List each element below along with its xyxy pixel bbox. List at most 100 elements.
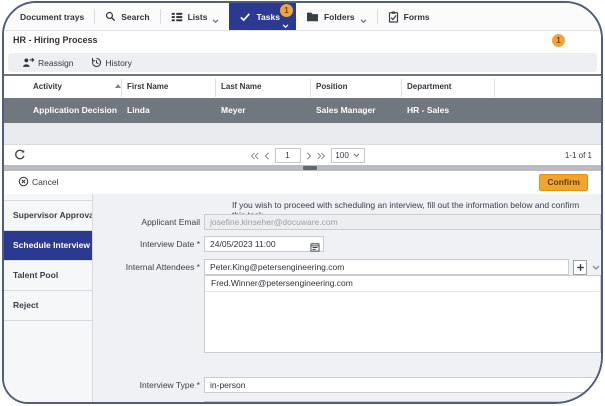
history-button[interactable]: History — [91, 57, 131, 68]
task-decision-bar: Cancel Confirm — [4, 171, 601, 194]
column-header-last-name[interactable]: Last Name — [221, 76, 261, 98]
pagination-bar: 1 100 1-1 of 1 — [4, 144, 601, 166]
nav-search[interactable]: Search — [95, 3, 159, 30]
cell-position: Sales Manager — [316, 98, 376, 123]
nav-tasks-label: Tasks — [256, 12, 279, 22]
nav-lists-label: Lists — [188, 12, 208, 22]
confirm-button[interactable]: Confirm — [539, 174, 588, 191]
nav-forms-label: Forms — [404, 12, 430, 22]
interview-date-label: Interview Date * — [93, 239, 200, 249]
applicant-email-field — [204, 214, 601, 230]
column-divider — [401, 79, 402, 97]
task-actions-bar: Reassign History — [8, 53, 597, 72]
current-page-input[interactable]: 1 — [274, 148, 300, 163]
interview-type-label: Interview Type * — [93, 380, 200, 390]
attendee-select-button[interactable] — [589, 260, 603, 275]
column-divider — [310, 79, 311, 97]
schedule-interview-form: If you wish to proceed with scheduling a… — [93, 194, 601, 402]
last-page-button[interactable] — [316, 152, 325, 160]
splitter-grip — [303, 166, 317, 170]
chevron-down-icon — [592, 265, 600, 271]
cancel-button[interactable]: Cancel — [18, 176, 58, 187]
interview-date-field[interactable] — [204, 236, 324, 252]
plus-icon — [576, 263, 585, 272]
reassign-button[interactable]: Reassign — [22, 57, 73, 68]
history-label: History — [105, 58, 131, 68]
app-window: Document trays Search Lists — [2, 1, 603, 404]
next-page-icon — [305, 152, 311, 160]
nav-forms[interactable]: Forms — [378, 3, 440, 30]
screenshot-canvas: Document trays Search Lists — [0, 0, 605, 406]
chevron-down-icon — [360, 19, 367, 24]
refresh-icon — [14, 149, 26, 161]
column-header-first-name[interactable]: First Name — [127, 76, 168, 98]
nav-document-trays-label: Document trays — [20, 12, 84, 22]
table-empty-area — [4, 123, 601, 144]
search-icon — [105, 11, 116, 22]
history-icon — [91, 57, 102, 68]
interview-type-field[interactable] — [204, 377, 601, 393]
internal-attendees-label: Internal Attendees * — [93, 262, 200, 272]
column-header-position[interactable]: Position — [316, 76, 348, 98]
attendees-list: Fred.Winner@petersengineering.com — [204, 275, 601, 353]
task-count-badge: 1 — [552, 34, 565, 47]
column-header-department[interactable]: Department — [407, 76, 451, 98]
decisions-sidebar: Supervisor Approval Schedule Interview T… — [4, 194, 93, 402]
chevron-down-icon — [212, 19, 219, 24]
main-toolbar: Document trays Search Lists — [4, 3, 601, 31]
add-attendee-button[interactable] — [573, 260, 587, 275]
task-detail-panel: Supervisor Approval Schedule Interview T… — [4, 194, 601, 402]
attendee-list-item[interactable]: Fred.Winner@petersengineering.com — [205, 276, 600, 292]
address-field[interactable] — [204, 401, 601, 404]
decision-schedule-interview[interactable]: Schedule Interview — [4, 231, 92, 261]
internal-attendees-field[interactable] — [204, 259, 569, 275]
task-list-title-bar: HR - Hiring Process 1 — [4, 31, 601, 52]
applicant-email-label: Applicant Email — [93, 217, 200, 227]
last-page-icon — [316, 152, 325, 160]
folder-icon — [306, 11, 319, 22]
first-page-icon — [249, 152, 258, 160]
interview-date-wrap — [204, 236, 324, 252]
table-row-selected[interactable]: Application Decision Linda Meyer Sales M… — [4, 98, 601, 123]
decision-supervisor-approval[interactable]: Supervisor Approval — [4, 201, 92, 231]
prev-page-icon — [263, 152, 269, 160]
chevron-down-icon — [282, 24, 289, 29]
cancel-icon — [18, 176, 29, 187]
clipboard-icon — [388, 11, 399, 23]
page-size-select[interactable]: 100 — [330, 148, 364, 163]
prev-page-button[interactable] — [263, 152, 269, 160]
column-divider — [121, 79, 122, 97]
decision-talent-pool[interactable]: Talent Pool — [4, 261, 92, 291]
cell-department: HR - Sales — [407, 98, 449, 123]
check-icon — [239, 11, 251, 23]
calendar-icon[interactable] — [310, 239, 320, 257]
reassign-icon — [22, 57, 35, 68]
tasks-count-badge: 1 — [280, 4, 293, 17]
next-page-button[interactable] — [305, 152, 311, 160]
nav-folders-label: Folders — [324, 12, 355, 22]
chevron-down-icon — [353, 153, 360, 158]
results-table-header: Activity First Name Last Name Position D… — [4, 74, 601, 100]
pagination-controls: 1 100 — [249, 145, 364, 166]
page-size-value: 100 — [335, 151, 348, 160]
result-range-label: 1-1 of 1 — [565, 151, 592, 160]
reassign-label: Reassign — [38, 58, 73, 68]
column-divider — [494, 79, 495, 97]
column-divider — [215, 79, 216, 97]
list-icon — [171, 11, 183, 23]
cell-activity: Application Decision — [33, 98, 117, 123]
first-page-button[interactable] — [249, 152, 258, 160]
cancel-label: Cancel — [32, 177, 58, 187]
decision-reject[interactable]: Reject — [4, 291, 92, 321]
nav-tasks[interactable]: Tasks 1 — [229, 3, 295, 30]
task-list-title: HR - Hiring Process — [13, 35, 98, 45]
cell-first-name: Linda — [127, 98, 150, 123]
nav-search-label: Search — [121, 12, 149, 22]
nav-document-trays[interactable]: Document trays — [4, 3, 94, 30]
decision-list: Supervisor Approval Schedule Interview T… — [4, 200, 92, 321]
cell-last-name: Meyer — [221, 98, 246, 123]
nav-folders[interactable]: Folders — [296, 3, 377, 30]
nav-lists[interactable]: Lists — [161, 3, 230, 30]
refresh-button[interactable] — [14, 149, 26, 161]
column-header-activity[interactable]: Activity — [33, 76, 62, 98]
